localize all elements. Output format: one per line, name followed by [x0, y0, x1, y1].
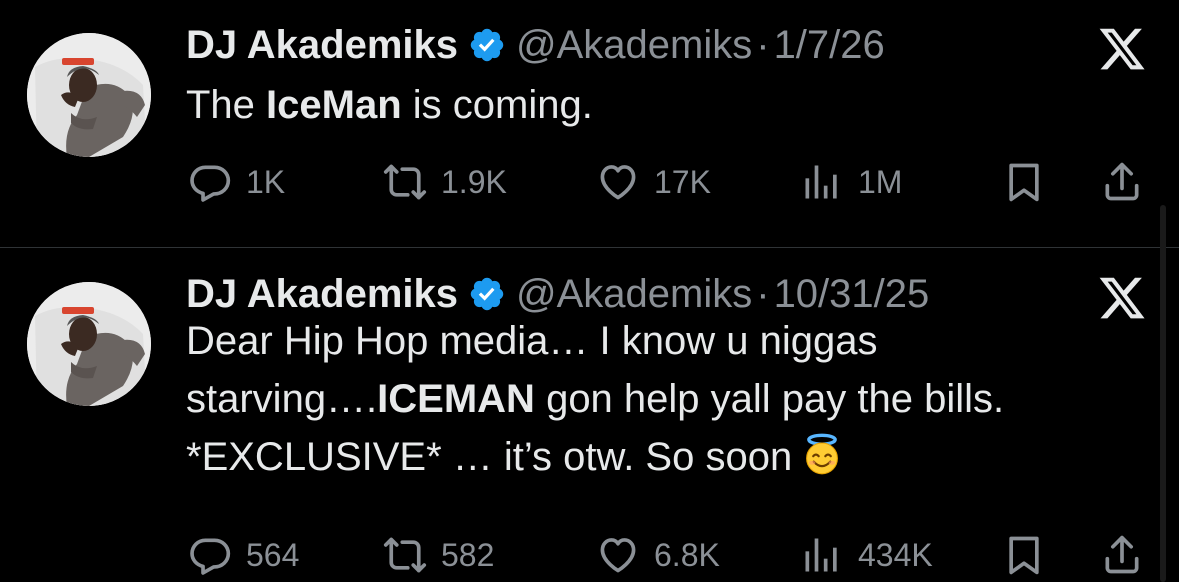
tweet-card-1[interactable]: DJ Akademiks @Akademiks · 1/7/26 The Ice…: [0, 0, 1179, 247]
like-count: 17K: [654, 163, 711, 200]
views-button[interactable]: 434K: [800, 530, 933, 580]
share-icon: [1100, 533, 1144, 577]
separator: ·: [756, 272, 770, 316]
reply-button[interactable]: 1K: [188, 157, 285, 207]
x-logo-icon: [1094, 273, 1150, 323]
text-line-3: *EXCLUSIVE* … it’s otw. So soon: [186, 428, 1004, 486]
tweet-text: Dear Hip Hop media… I know u niggas star…: [186, 312, 1004, 486]
tweet-header: DJ Akademiks @Akademiks · 10/31/25: [186, 271, 929, 317]
separator: ·: [756, 23, 770, 67]
handle[interactable]: @Akademiks: [516, 271, 752, 317]
reply-count: 564: [246, 536, 300, 573]
share-icon: [1100, 160, 1144, 204]
tweet-card-2[interactable]: DJ Akademiks @Akademiks · 10/31/25 Dear …: [0, 249, 1179, 582]
action-bar: 564 582 6.8K 434K: [0, 530, 1179, 580]
text-bold-segment: IceMan: [266, 83, 402, 127]
bookmark-button[interactable]: [1002, 157, 1046, 207]
display-name[interactable]: DJ Akademiks: [186, 22, 458, 68]
views-count: 1M: [858, 163, 903, 200]
text-segment: gon help yall pay the bills.: [534, 377, 1005, 421]
views-icon: [800, 533, 844, 577]
timestamp[interactable]: 1/7/26: [774, 22, 885, 68]
smiling-face-with-halo-emoji: [800, 432, 844, 476]
share-button[interactable]: [1100, 157, 1144, 207]
like-icon: [596, 160, 640, 204]
bookmark-button[interactable]: [1002, 530, 1046, 580]
like-button[interactable]: 17K: [596, 157, 711, 207]
reply-icon: [188, 533, 232, 577]
avatar[interactable]: [27, 282, 151, 406]
action-bar: 1K 1.9K 17K 1M: [0, 157, 1179, 207]
views-count: 434K: [858, 536, 933, 573]
text-segment: is coming.: [401, 83, 593, 127]
text-segment: The: [186, 83, 267, 127]
views-icon: [800, 160, 844, 204]
avatar[interactable]: [27, 33, 151, 157]
share-button[interactable]: [1100, 530, 1144, 580]
tweet-header: DJ Akademiks @Akademiks · 1/7/26: [186, 22, 885, 68]
repost-icon: [383, 160, 427, 204]
repost-count: 582: [441, 536, 495, 573]
text-segment: *EXCLUSIVE* … it’s otw. So soon: [186, 435, 793, 479]
x-logo-icon: [1094, 24, 1150, 74]
verified-badge-icon: [468, 275, 506, 313]
reply-count: 1K: [246, 163, 286, 200]
profile-photo: [27, 33, 151, 157]
repost-icon: [383, 533, 427, 577]
views-button[interactable]: 1M: [800, 157, 902, 207]
verified-badge-icon: [468, 26, 506, 64]
repost-button[interactable]: 1.9K: [383, 157, 507, 207]
bookmark-icon: [1002, 533, 1046, 577]
text-line-2: starving….ICEMAN gon help yall pay the b…: [186, 370, 1004, 428]
like-icon: [596, 533, 640, 577]
profile-photo: [27, 282, 151, 406]
reply-icon: [188, 160, 232, 204]
text-bold-segment: ICEMAN: [377, 377, 535, 421]
timestamp[interactable]: 10/31/25: [774, 271, 930, 317]
reply-button[interactable]: 564: [188, 530, 299, 580]
tweet-text: The IceMan is coming.: [186, 76, 593, 134]
handle[interactable]: @Akademiks: [516, 22, 752, 68]
repost-button[interactable]: 582: [383, 530, 494, 580]
tweet-divider: [0, 247, 1179, 248]
text-line-1: Dear Hip Hop media… I know u niggas: [186, 319, 878, 363]
display-name[interactable]: DJ Akademiks: [186, 271, 458, 317]
repost-count: 1.9K: [441, 163, 507, 200]
like-button[interactable]: 6.8K: [596, 530, 720, 580]
bookmark-icon: [1002, 160, 1046, 204]
like-count: 6.8K: [654, 536, 720, 573]
text-segment: starving….: [186, 377, 378, 421]
